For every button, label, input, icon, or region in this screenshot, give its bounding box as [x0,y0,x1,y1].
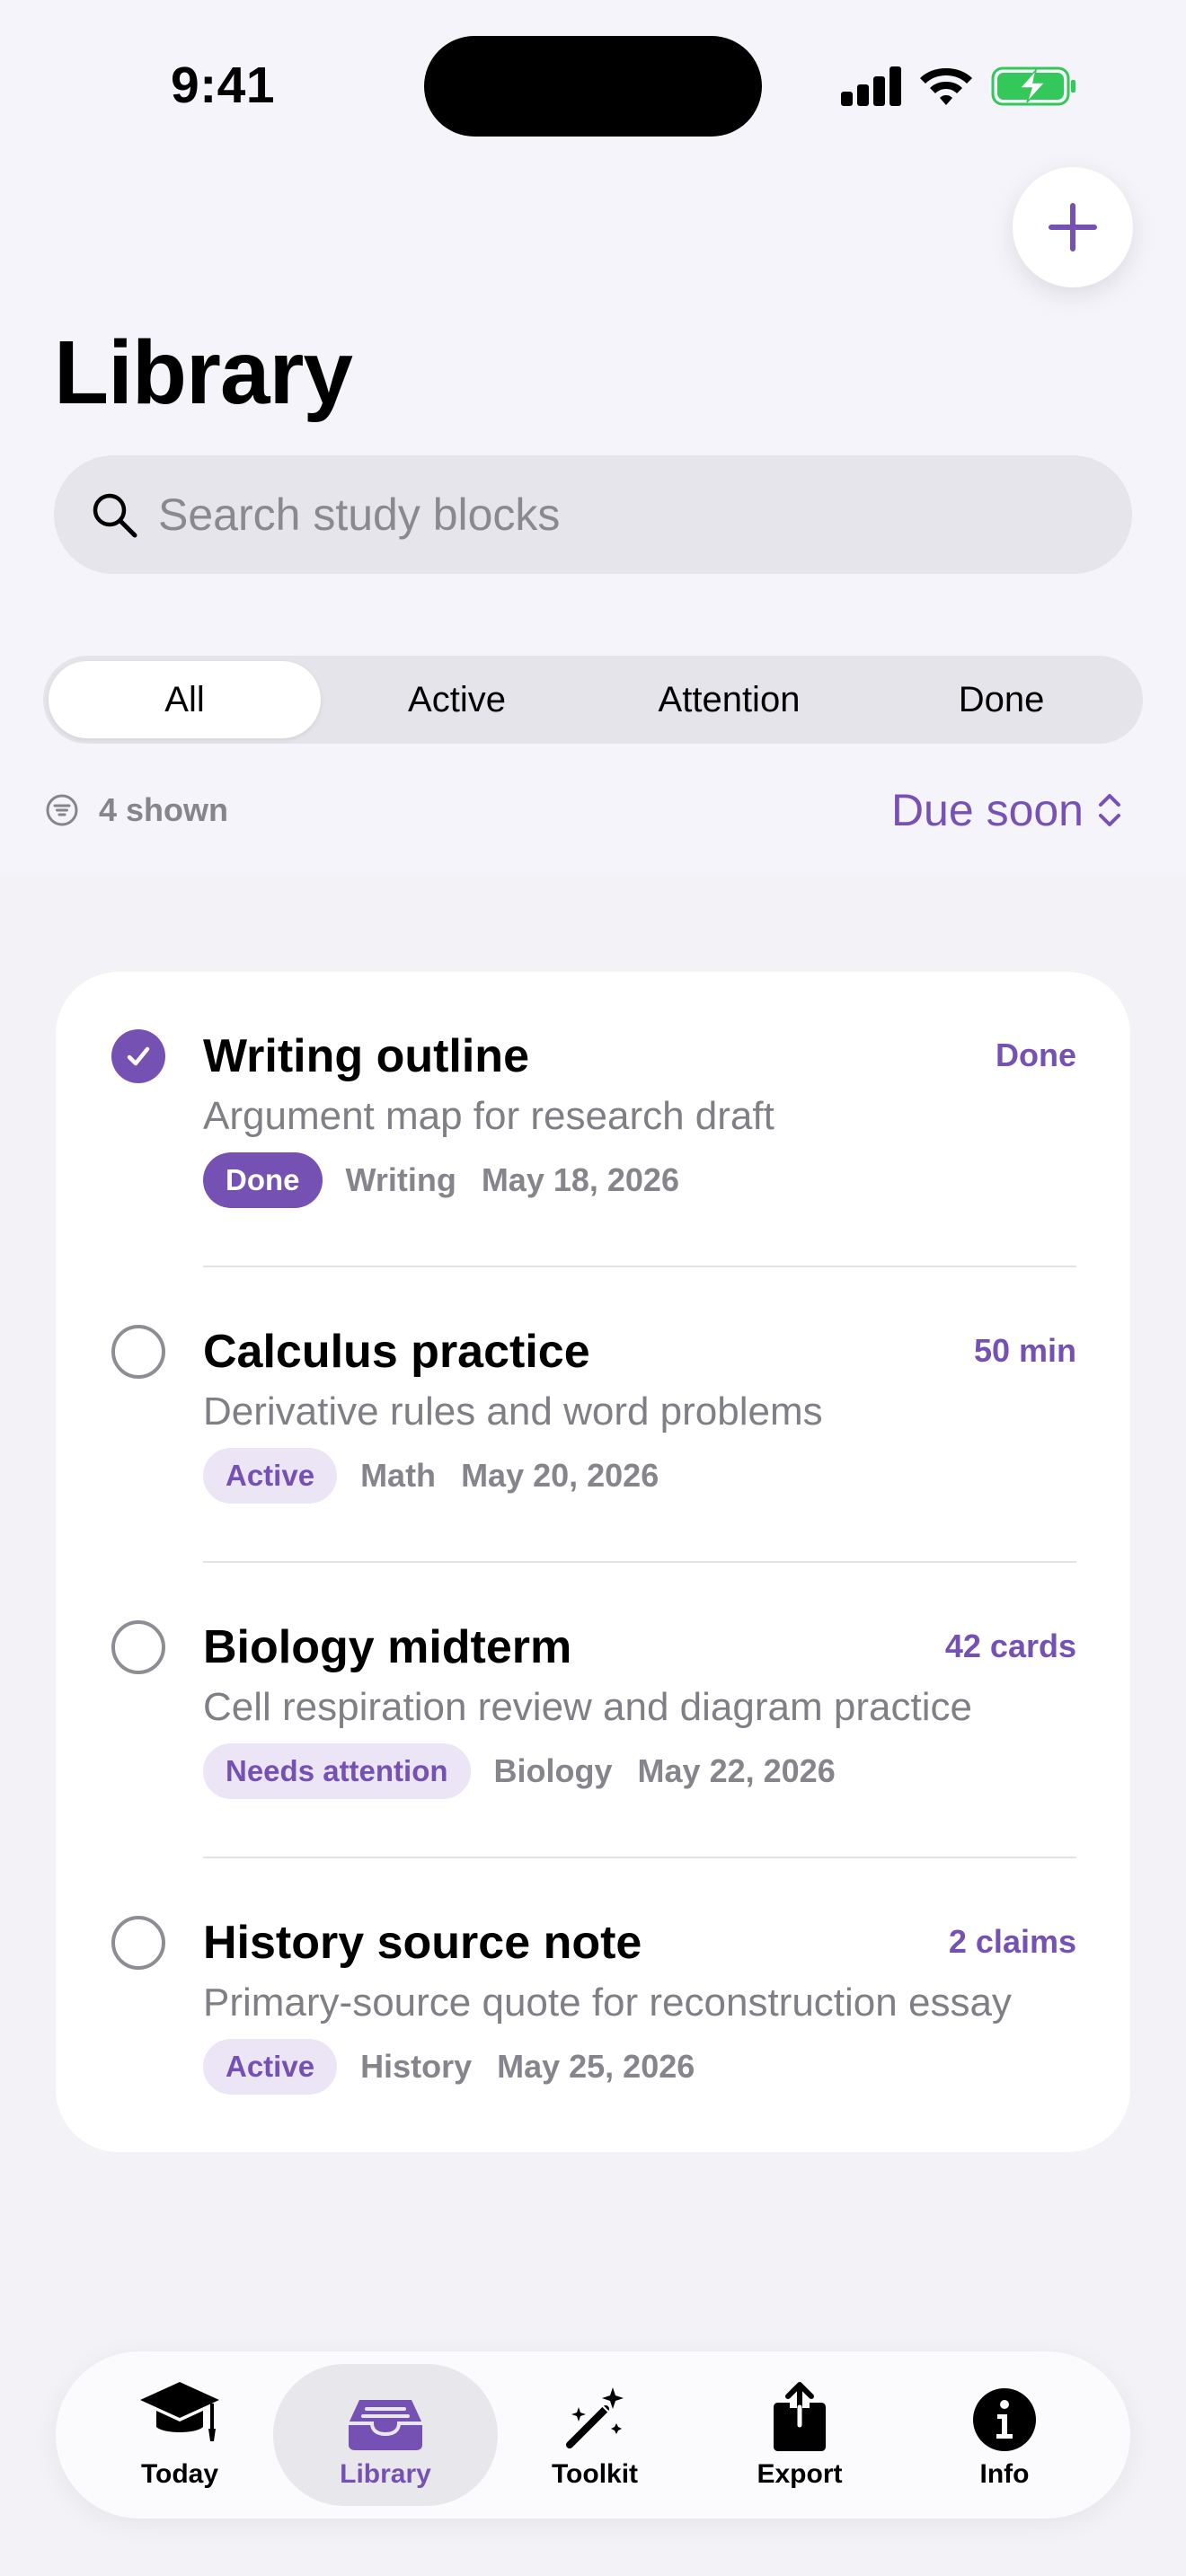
tab-label: Toolkit [551,2459,639,2489]
item-date: May 20, 2026 [461,1457,659,1494]
tab-label: Library [340,2459,431,2489]
item-metric: 2 claims [948,1923,1076,1960]
tab-label: Info [979,2459,1030,2489]
plus-icon [1049,203,1097,251]
item-tags: Done Writing May 18, 2026 [203,1151,679,1209]
graduation-cap-icon [140,2382,219,2441]
list-item[interactable]: Writing outline Done Argument map for re… [56,972,1130,1267]
study-block-list: Writing outline Done Argument map for re… [56,972,1130,2152]
tab-label: Export [757,2459,843,2489]
item-date: May 18, 2026 [481,1161,679,1198]
tab-export[interactable]: Export [692,2364,907,2506]
item-subject: History [360,2048,473,2085]
chevron-up-down-icon [1099,794,1120,826]
item-title: History source note [203,1917,642,1969]
status-time: 9:41 [171,57,276,114]
shown-count: 4 shown [99,791,229,828]
item-description: Primary-source quote for reconstruction … [203,1981,1012,2025]
search-icon [93,493,137,538]
battery-charging-icon [991,66,1075,106]
item-metric: 42 cards [944,1628,1076,1664]
item-subject: Writing [345,1161,456,1198]
filter-all[interactable]: All [49,661,321,738]
item-subject: Biology [493,1752,613,1789]
list-meta-row: 4 shown Due soon [45,783,1123,837]
tab-bar: Today Library Toolkit Export Info [56,2351,1130,2519]
search-placeholder: Search study blocks [158,490,561,540]
filter-segmented-control: All Active Attention Done [43,656,1143,744]
wifi-icon [920,68,972,105]
item-metric: 50 min [973,1332,1076,1369]
completed-checkmark-icon[interactable] [111,1029,165,1083]
sort-label: Due soon [890,785,1084,835]
filter-done[interactable]: Done [865,661,1137,738]
item-date: May 25, 2026 [497,2048,695,2085]
incomplete-circle-icon[interactable] [111,1325,165,1379]
item-subject: Math [360,1457,437,1494]
item-title: Biology midterm [203,1621,572,1673]
filter-active[interactable]: Active [321,661,593,738]
item-tags: Needs attention Biology May 22, 2026 [203,1742,836,1800]
filter-icon [46,794,78,826]
item-description: Derivative rules and word problems [203,1389,823,1434]
list-item[interactable]: History source note 2 claims Primary-sou… [56,1858,1130,2154]
filter-attention[interactable]: Attention [593,661,865,738]
item-tags: Active Math May 20, 2026 [203,1447,659,1504]
tab-info[interactable]: Info [897,2364,1112,2506]
status-badge: Done [203,1152,323,1208]
item-title: Calculus practice [203,1326,590,1378]
incomplete-circle-icon[interactable] [111,1916,165,1970]
cellular-signal-icon [841,65,902,106]
magic-wand-icon [566,2387,624,2448]
tab-toolkit[interactable]: Toolkit [487,2364,703,2506]
add-button[interactable] [1013,167,1133,287]
info-icon [973,2388,1036,2451]
tab-today[interactable]: Today [72,2364,288,2506]
item-tags: Active History May 25, 2026 [203,2038,695,2095]
tab-label: Today [140,2459,219,2489]
checkmark-icon [127,1046,150,1066]
tab-library[interactable]: Library [273,2364,498,2506]
item-description: Cell respiration review and diagram prac… [203,1685,972,1729]
tray-icon [349,2400,422,2450]
item-title: Writing outline [203,1030,529,1082]
sort-button[interactable]: Due soon [891,783,1123,837]
page-title: Library [54,322,353,423]
library-screen: 9:41 Library Search study blocks All Act… [0,0,1186,2576]
incomplete-circle-icon[interactable] [111,1620,165,1674]
status-badge: Active [203,1448,338,1504]
search-input[interactable]: Search study blocks [54,455,1132,574]
item-date: May 22, 2026 [637,1752,836,1789]
status-badge: Active [203,2039,338,2095]
item-metric: Done [996,1037,1076,1073]
item-description: Argument map for research draft [203,1094,774,1138]
dynamic-island [424,36,762,137]
list-item[interactable]: Calculus practice 50 min Derivative rule… [56,1267,1130,1563]
list-item[interactable]: Biology midterm 42 cards Cell respiratio… [56,1563,1130,1858]
share-icon [774,2382,826,2451]
status-badge: Needs attention [203,1743,471,1799]
